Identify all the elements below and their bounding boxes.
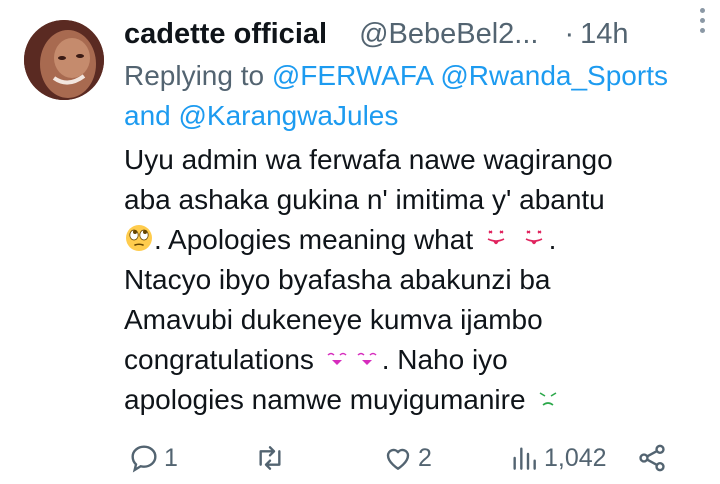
retweet-icon [254,442,286,474]
reply-count: 1 [164,443,178,472]
tweet-line: . Apologies meaning what . [124,220,704,260]
avatar-image [24,20,104,100]
like-button[interactable]: 2 [382,436,432,480]
views-count: 1,042 [544,443,607,472]
reply-button[interactable]: 1 [128,436,178,480]
separator-dot: · [564,17,575,50]
reply-icon [128,442,160,474]
disappointed-face-icon [533,383,563,413]
user-handle[interactable]: @BebeBel2... [359,18,538,51]
replying-to: Replying to @FERWAFA @Rwanda_Sports and … [124,56,704,136]
tweet-text-segment: . [548,224,557,255]
retweet-button[interactable] [254,436,290,480]
mention-karangwa-jules[interactable]: @KarangwaJules [179,100,399,131]
tweet-line: congratulations . Naho iyo [124,340,704,380]
views-chart-icon [508,442,540,474]
heart-icon [382,442,414,474]
more-options-icon[interactable] [692,4,712,36]
tweet-text-segment: . Apologies meaning what [154,224,474,255]
share-button[interactable] [636,436,668,480]
tweet-actions: 1 2 1,042 [124,436,684,480]
tweet-line: apologies namwe muyigumanire [124,380,704,420]
display-name[interactable]: cadette official [124,18,327,51]
tweet-line: Ntacyo ibyo byafasha abakunzi ba [124,264,551,295]
face-with-tongue-icon [481,223,511,253]
like-count: 2 [418,443,432,472]
mention-rwanda-sports[interactable]: @Rwanda_Sports [440,60,668,91]
tweet-header: cadette official @BebeBel2... · 14h [124,14,702,54]
replying-prefix: Replying to [124,60,265,91]
tweet-text-segment: . Naho iyo [381,344,508,375]
tweet-text: Uyu admin wa ferwafa nawe wagirango aba … [124,140,704,420]
tweet-line: Amavubi dukeneye kumva ijambo [124,304,543,335]
tweet-text-segment: apologies namwe muyigumanire [124,384,526,415]
tweet-line: aba ashaka gukina n' imitima y' abantu [124,184,605,215]
tweet-text-segment: congratulations [124,344,314,375]
avatar[interactable] [24,20,104,100]
kissing-face-icon [322,343,352,373]
tweet-line: Uyu admin wa ferwafa nawe wagirango [124,144,613,175]
share-icon [636,442,668,474]
mention-ferwafa[interactable]: @FERWAFA [272,60,433,91]
views-button[interactable]: 1,042 [508,436,607,480]
face-with-rolling-eyes-icon [124,223,154,253]
replying-and[interactable]: and [124,100,171,131]
timestamp[interactable]: 14h [580,18,628,51]
kissing-face-icon [352,343,382,373]
face-with-tongue-icon [519,223,549,253]
